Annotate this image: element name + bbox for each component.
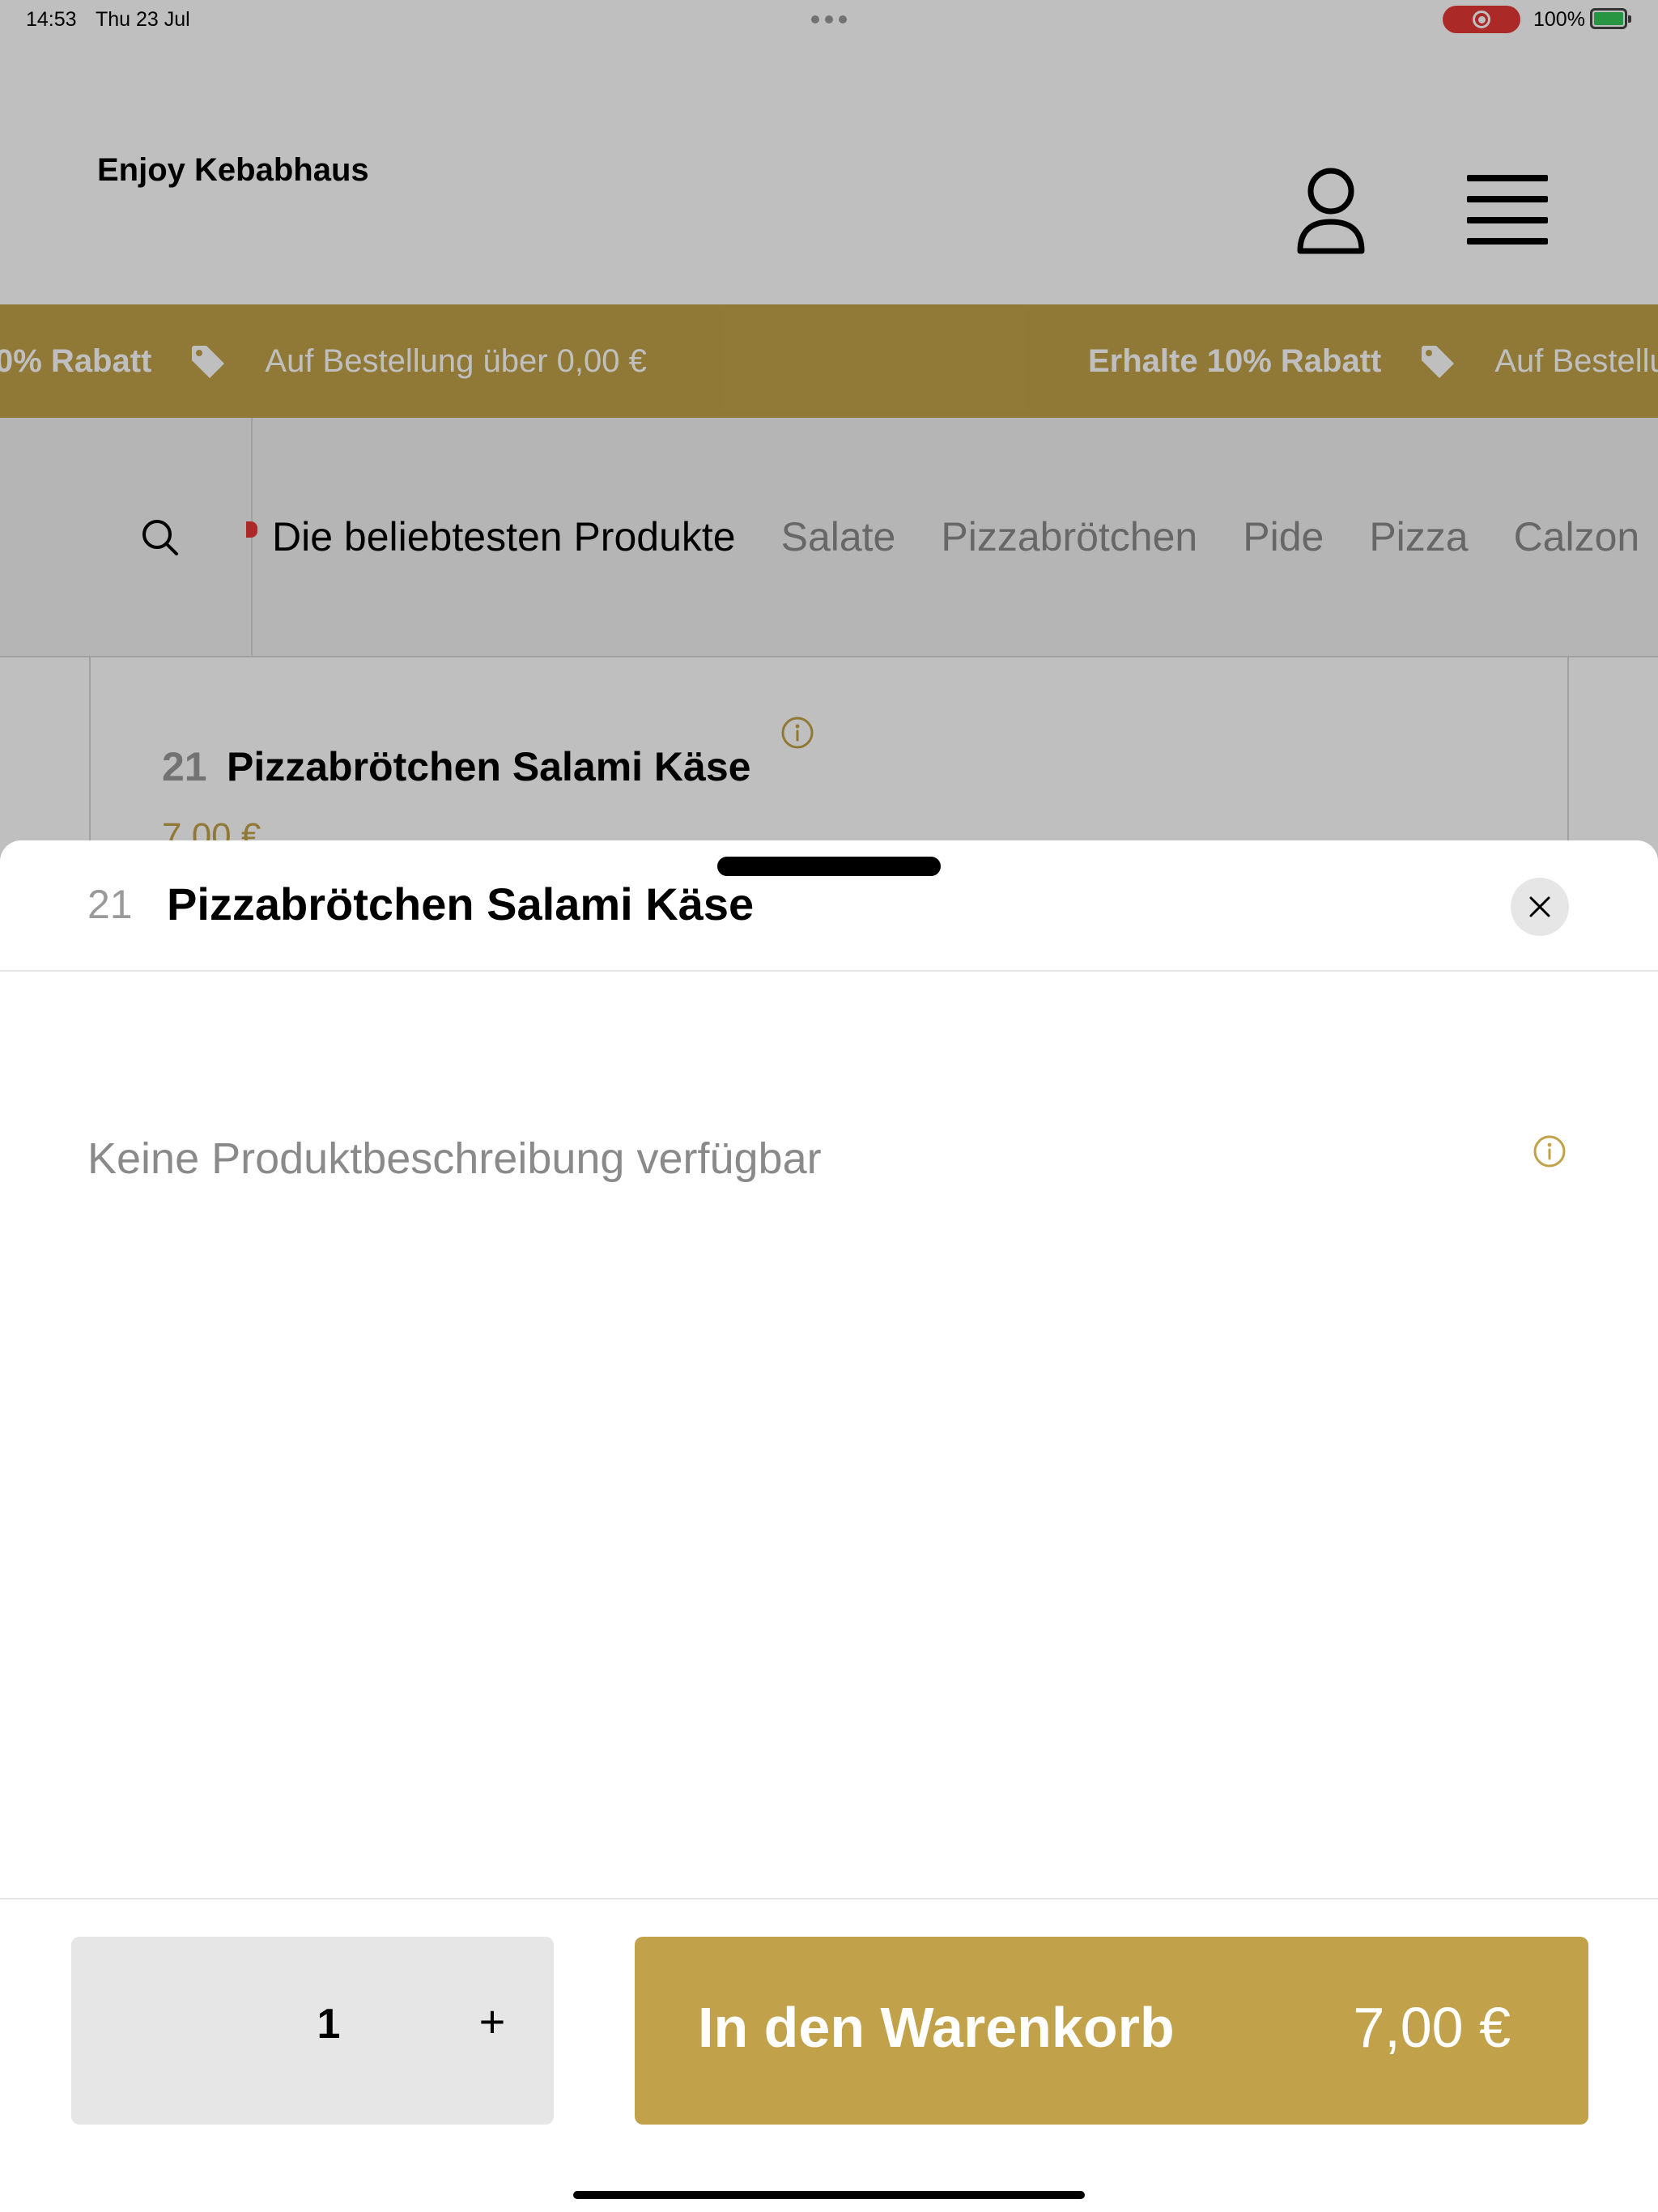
home-indicator[interactable] (573, 2191, 1085, 2199)
close-icon (1529, 896, 1550, 917)
product-description: Keine Produktbeschreibung verfügbar (87, 1134, 822, 1183)
add-to-cart-button[interactable]: In den Warenkorb 7,00 € (635, 1937, 1588, 2125)
sheet-footer: 1 + In den Warenkorb 7,00 € (0, 1898, 1658, 2212)
info-icon[interactable] (1533, 1134, 1567, 1168)
increment-button[interactable]: + (460, 1995, 525, 2048)
product-detail-sheet: 21 Pizzabrötchen Salami Käse Keine Produ… (0, 840, 1658, 2212)
add-to-cart-label: In den Warenkorb (698, 1996, 1175, 2059)
sheet-product-number: 21 (87, 882, 133, 927)
sheet-header: 21 Pizzabrötchen Salami Käse (0, 840, 1658, 972)
close-button[interactable] (1511, 878, 1569, 936)
add-to-cart-price: 7,00 € (1353, 1996, 1511, 2059)
sheet-product-title: Pizzabrötchen Salami Käse (167, 878, 755, 929)
quantity-stepper: 1 + (71, 1937, 554, 2125)
quantity-value: 1 (317, 2001, 341, 2048)
sheet-grabber[interactable] (717, 857, 941, 876)
